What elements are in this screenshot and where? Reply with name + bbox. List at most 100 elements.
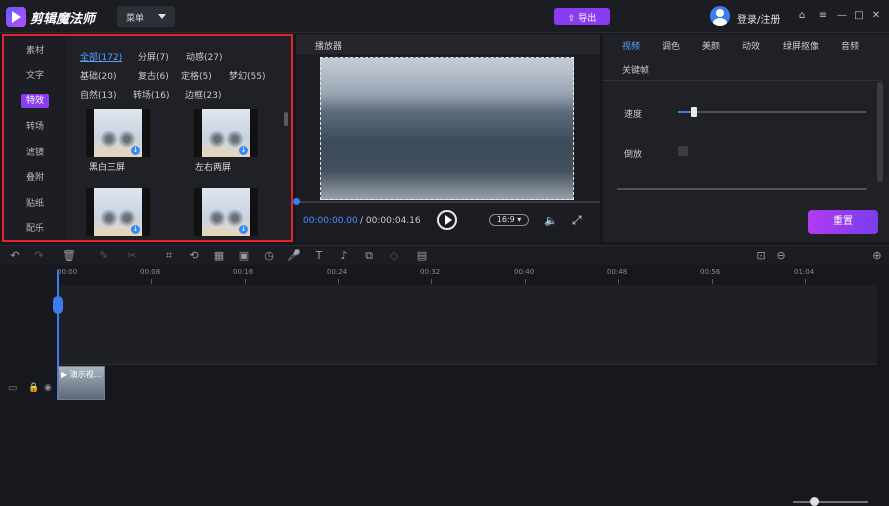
tick-label: 01:04 bbox=[794, 268, 815, 276]
subcategory-item[interactable]: 梦幻(55) bbox=[229, 69, 265, 82]
duplicate-icon[interactable]: ⧉ bbox=[362, 249, 376, 263]
minimize-icon[interactable]: — bbox=[836, 10, 848, 22]
delete-icon[interactable]: 🗑 bbox=[62, 249, 76, 263]
zoom-in-icon[interactable]: ⊕ bbox=[870, 249, 884, 263]
video-clip[interactable]: ▶ 演示视... bbox=[58, 366, 105, 400]
download-icon[interactable]: ↓ bbox=[239, 146, 248, 155]
zoom-out-icon[interactable]: ⊖ bbox=[774, 249, 788, 263]
visibility-icon[interactable]: ◉ bbox=[44, 383, 52, 393]
mosaic-icon[interactable]: ▦ bbox=[212, 249, 226, 263]
zoom-slider-handle[interactable] bbox=[810, 497, 819, 506]
lock-icon[interactable]: 🔒 bbox=[28, 383, 39, 393]
subcategory-item[interactable]: 边框(23) bbox=[185, 88, 221, 101]
login-register-link[interactable]: 登录/注册 bbox=[737, 11, 780, 26]
edit-icon[interactable]: ✎ bbox=[97, 249, 111, 263]
maximize-icon[interactable]: □ bbox=[853, 10, 865, 22]
progress-bar[interactable] bbox=[296, 201, 600, 203]
filmstrip-icon[interactable]: ▤ bbox=[415, 249, 429, 263]
vertical-scrollbar[interactable] bbox=[877, 82, 883, 182]
tab-keyframe[interactable]: 关键帧 bbox=[622, 63, 649, 76]
app-logo-icon bbox=[6, 7, 26, 27]
category-item[interactable]: 文字 bbox=[4, 68, 66, 81]
player-header: 播放器 bbox=[296, 34, 600, 54]
tab-motion[interactable]: 动效 bbox=[742, 39, 760, 52]
diamond-icon[interactable]: ◇ bbox=[387, 249, 401, 263]
fit-timeline-icon[interactable]: ⊡ bbox=[754, 249, 768, 263]
subcategory-item[interactable]: 转场(16) bbox=[133, 88, 169, 101]
tab-color[interactable]: 调色 bbox=[662, 39, 680, 52]
category-item-active[interactable]: 特效 bbox=[4, 93, 66, 108]
subcategory-item[interactable]: 定格(5) bbox=[181, 69, 212, 82]
clock-icon[interactable]: ◷ bbox=[262, 249, 276, 263]
tick-label: 00:24 bbox=[327, 268, 348, 276]
subcategory-item[interactable]: 基础(20) bbox=[80, 69, 116, 82]
tick-label: 00:32 bbox=[420, 268, 441, 276]
video-preview[interactable] bbox=[320, 57, 574, 200]
timeline-ruler[interactable]: 00:00 00:08 00:16 00:24 00:32 00:40 00:4… bbox=[0, 265, 889, 285]
reverse-label: 倒放 bbox=[624, 150, 643, 160]
effect-thumbnail[interactable]: ↓ bbox=[194, 109, 258, 157]
rotate-icon[interactable]: ⟲ bbox=[187, 249, 201, 263]
fullscreen-icon[interactable]: ⤢ bbox=[572, 213, 582, 228]
tick-label: 00:56 bbox=[700, 268, 721, 276]
menu-button[interactable]: 菜单 bbox=[117, 6, 175, 27]
tab-greenscreen[interactable]: 绿屏抠像 bbox=[783, 39, 819, 52]
freeze-icon[interactable]: ▣ bbox=[237, 249, 251, 263]
avatar-icon[interactable] bbox=[710, 6, 730, 26]
zoom-slider[interactable] bbox=[793, 501, 868, 503]
download-icon[interactable]: ↓ bbox=[131, 146, 140, 155]
subcategory-item[interactable]: 自然(13) bbox=[80, 88, 116, 101]
reset-button[interactable]: 重置 bbox=[808, 210, 878, 234]
audio-extract-icon[interactable]: ♪ bbox=[337, 249, 351, 263]
category-item[interactable]: 叠附 bbox=[4, 170, 66, 183]
properties-panel: 视频 调色 美颜 动效 绿屏抠像 音频 关键帧 速度 倒放 重置 bbox=[603, 34, 889, 242]
subcategory-item[interactable]: 复古(6) bbox=[138, 69, 169, 82]
category-item[interactable]: 转场 bbox=[4, 119, 66, 132]
category-item[interactable]: 贴纸 bbox=[4, 196, 66, 209]
subcategory-item[interactable]: 动感(27) bbox=[186, 50, 222, 63]
progress-handle[interactable] bbox=[293, 198, 300, 205]
player-panel: 播放器 00:00:00.00 / 00:00:04.16 16:9 ▾ 🔈 ⤢ bbox=[293, 34, 600, 242]
cut-icon[interactable]: ✂ bbox=[125, 249, 139, 263]
scrollbar-thumb[interactable] bbox=[284, 112, 288, 126]
export-label: 导出 bbox=[578, 14, 597, 24]
speed-slider-handle[interactable] bbox=[691, 107, 697, 117]
horizontal-scrollbar[interactable] bbox=[617, 188, 867, 190]
playhead-handle[interactable] bbox=[53, 296, 63, 314]
effect-thumbnail[interactable]: ↓ bbox=[86, 188, 150, 236]
tab-beauty[interactable]: 美颜 bbox=[702, 39, 720, 52]
download-icon[interactable]: ↓ bbox=[239, 225, 248, 234]
close-icon[interactable]: ✕ bbox=[870, 10, 882, 22]
divider bbox=[603, 80, 883, 81]
text-to-speech-icon[interactable]: T bbox=[312, 249, 326, 263]
effect-thumbnail[interactable]: ↓ bbox=[86, 109, 150, 157]
download-icon[interactable]: ↓ bbox=[131, 225, 140, 234]
current-time: 00:00:00.00 bbox=[303, 216, 358, 226]
category-item[interactable]: 滤镜 bbox=[4, 145, 66, 158]
effect-label: 左右两屏 bbox=[195, 163, 232, 173]
speed-label: 速度 bbox=[624, 110, 643, 120]
category-item[interactable]: 素材 bbox=[4, 43, 66, 56]
settings-menu-icon[interactable]: ≡ bbox=[817, 10, 829, 22]
tab-video[interactable]: 视频 bbox=[622, 39, 640, 52]
play-button[interactable] bbox=[437, 210, 457, 230]
tick-label: 00:40 bbox=[514, 268, 535, 276]
menu-button-label: 菜单 bbox=[126, 14, 145, 24]
subcategory-item[interactable]: 分屏(7) bbox=[138, 50, 169, 63]
category-item[interactable]: 配乐 bbox=[4, 221, 66, 234]
speed-slider[interactable] bbox=[678, 111, 866, 113]
export-button[interactable]: ⇪ 导出 bbox=[554, 8, 610, 25]
volume-icon[interactable]: 🔈 bbox=[544, 214, 558, 227]
aspect-ratio-select[interactable]: 16:9 ▾ bbox=[489, 214, 529, 226]
microphone-icon[interactable]: 🎤 bbox=[287, 249, 301, 263]
crop-icon[interactable]: ⌗ bbox=[162, 249, 176, 263]
home-icon[interactable]: ⌂ bbox=[796, 10, 808, 22]
title-bar: 剪辑魔法师 菜单 ⇪ 导出 登录/注册 ⌂ ≡ — □ ✕ bbox=[0, 0, 889, 33]
tab-audio[interactable]: 音频 bbox=[841, 39, 859, 52]
undo-icon[interactable]: ↶ bbox=[8, 249, 22, 263]
timeline-track[interactable] bbox=[58, 285, 877, 365]
reverse-checkbox[interactable] bbox=[678, 146, 688, 156]
effect-thumbnail[interactable]: ↓ bbox=[194, 188, 258, 236]
subcategory-all[interactable]: 全部(172) bbox=[80, 50, 122, 63]
redo-icon[interactable]: ↷ bbox=[32, 249, 46, 263]
